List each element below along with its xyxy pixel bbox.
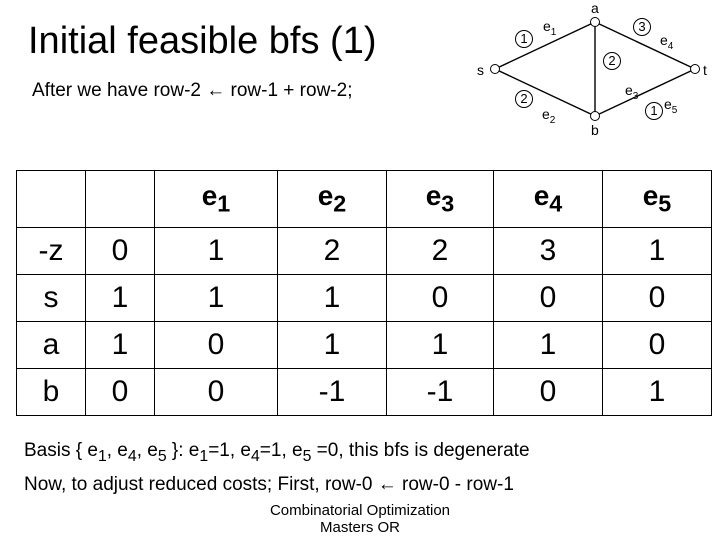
network-graph: s a b t e1 e2 e3 e4 e5 1 2 2 3 1 xyxy=(485,4,710,134)
node-s xyxy=(490,64,500,74)
simplex-tableau: e1 e2 e3 e4 e5 -z 0 1 2 2 3 1 s 1 1 1 0 … xyxy=(16,170,712,416)
row-label: -z xyxy=(17,228,86,275)
table-header-row: e1 e2 e3 e4 e5 xyxy=(17,171,712,228)
bullet-text: After we have row-2 ← row-1 + row-2; xyxy=(32,80,352,102)
table-row: b 0 0 -1 -1 0 1 xyxy=(17,369,712,416)
row-label: a xyxy=(17,322,86,369)
node-b xyxy=(590,111,600,121)
label-t: t xyxy=(703,62,707,78)
adjust-line: Now, to adjust reduced costs; First, row… xyxy=(24,474,514,496)
node-a xyxy=(590,17,600,27)
col-e1: e1 xyxy=(155,171,278,228)
col-e3: e3 xyxy=(387,171,494,228)
col-e5: e5 xyxy=(603,171,712,228)
label-e2: e2 xyxy=(542,106,555,126)
cost-e2: 2 xyxy=(515,90,533,108)
basis-line: Basis { e1, e4, e5 }: e1=1, e4=1, e5 =0,… xyxy=(24,440,530,466)
cost-e3: 2 xyxy=(603,52,621,70)
label-e3: e3 xyxy=(625,82,638,102)
table-row: s 1 1 1 0 0 0 xyxy=(17,275,712,322)
cost-e1: 1 xyxy=(515,30,533,48)
table-row: a 1 0 1 1 1 0 xyxy=(17,322,712,369)
label-e5: e5 xyxy=(664,96,677,116)
page-title: Initial feasible bfs (1) xyxy=(28,20,377,63)
label-e4: e4 xyxy=(660,32,673,52)
row-label: s xyxy=(17,275,86,322)
table-row: -z 0 1 2 2 3 1 xyxy=(17,228,712,275)
label-e1: e1 xyxy=(543,18,556,38)
col-e2: e2 xyxy=(278,171,387,228)
label-s: s xyxy=(477,62,484,78)
cost-e5: 1 xyxy=(645,102,663,120)
slide-footer: Combinatorial OptimizationMasters OR xyxy=(0,502,720,536)
cost-e4: 3 xyxy=(633,18,651,36)
label-b: b xyxy=(591,122,599,138)
node-t xyxy=(690,64,700,74)
row-label: b xyxy=(17,369,86,416)
col-e4: e4 xyxy=(494,171,603,228)
label-a: a xyxy=(591,0,599,16)
